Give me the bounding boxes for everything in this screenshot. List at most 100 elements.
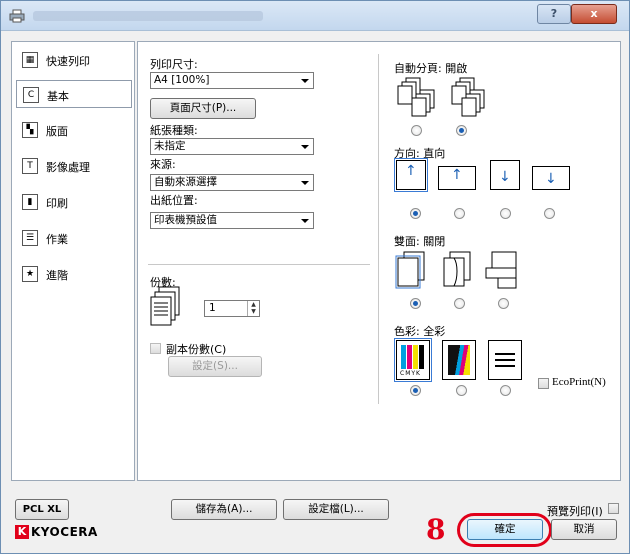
sidebar-item-basic[interactable]: C 基本 (16, 80, 132, 108)
orientation-portrait[interactable]: ↑ (394, 158, 428, 192)
imaging-icon: T (22, 158, 38, 174)
collate-off-icon (397, 77, 435, 117)
orientation-portrait-rotated-radio[interactable] (500, 208, 511, 219)
step-number: 8 (426, 513, 446, 546)
color-auto-radio[interactable] (456, 385, 467, 396)
orientation-portrait-radio[interactable] (410, 208, 421, 219)
page-size-button[interactable]: 頁面尺寸(P)... (150, 98, 256, 119)
media-type-label: 紙張種類: (150, 124, 198, 137)
brand-name: KYOCERA (31, 525, 98, 539)
print-dialog: ? x ▦ 快速列印 C 基本 ▚ 版面 T 影像處理 ▮ 印刷 ☰ 作業 ★ (0, 0, 630, 554)
settings-button[interactable]: 設定(S)... (168, 356, 262, 377)
sidebar-item-publishing[interactable]: ▮ 印刷 (16, 188, 132, 216)
sidebar-item-label: 進階 (46, 269, 68, 282)
print-size-select[interactable]: A4 [100%] (150, 72, 314, 89)
collate-on-radio[interactable] (456, 125, 467, 136)
ok-button[interactable]: 確定 (467, 519, 543, 540)
window-title-obscured (33, 11, 263, 21)
arrow-up-icon: ↑ (405, 163, 417, 179)
sidebar-item-imaging[interactable]: T 影像處理 (16, 152, 132, 180)
bw-line (495, 359, 515, 361)
black-bar (419, 345, 424, 369)
copies-value: 1 (209, 302, 216, 314)
title-bar: ? x (1, 1, 629, 31)
sidebar-item-quick-print[interactable]: ▦ 快速列印 (16, 46, 132, 74)
close-button[interactable]: x (571, 4, 617, 24)
sidebar-item-label: 快速列印 (46, 55, 90, 68)
print-size-label: 列印尺寸: (150, 58, 198, 71)
chevron-down-icon (301, 181, 309, 185)
copies-spinner[interactable]: 1 ▲ ▼ (204, 300, 260, 317)
quick-print-icon: ▦ (22, 52, 38, 68)
orientation-landscape-rotated-radio[interactable] (544, 208, 555, 219)
bw-line (495, 365, 515, 367)
cmyk-text: CMYK (400, 370, 421, 377)
sidebar-item-label: 影像處理 (46, 161, 90, 174)
chevron-down-icon (301, 145, 309, 149)
kyocera-mark-icon: K (15, 525, 29, 539)
color-bw-option[interactable] (488, 340, 522, 380)
chevron-down-icon (301, 79, 309, 83)
job-icon: ☰ (22, 230, 38, 246)
source-label: 來源: (150, 158, 176, 171)
magenta-bar (407, 345, 412, 369)
save-as-button[interactable]: 儲存為(A)... (171, 499, 277, 520)
color-bw-radio[interactable] (500, 385, 511, 396)
orientation-landscape-radio[interactable] (454, 208, 465, 219)
duplex-long-edge-icon (443, 251, 471, 287)
orientation-landscape[interactable]: ↑ (438, 166, 476, 190)
advanced-icon: ★ (22, 266, 38, 282)
print-size-value: A4 [100%] (154, 74, 210, 86)
color-auto-option[interactable] (442, 340, 476, 380)
spinner-arrows-icon[interactable]: ▲ ▼ (247, 301, 259, 316)
duplex-short-edge-icon (485, 251, 517, 289)
sidebar-item-job[interactable]: ☰ 作業 (16, 224, 132, 252)
color-full-radio[interactable] (410, 385, 421, 396)
duplex-label: 雙面: 關閉 (394, 235, 446, 248)
sidebar-item-layout[interactable]: ▚ 版面 (16, 116, 132, 144)
layout-icon: ▚ (22, 122, 38, 138)
duplex-long-edge-radio[interactable] (454, 298, 465, 309)
yellow-bar (413, 345, 418, 369)
orientation-label: 方向: 直向 (394, 147, 446, 160)
arrow-down-icon: ↓ (545, 171, 557, 187)
source-value: 自動來源選擇 (154, 176, 217, 188)
collate-on-icon (451, 77, 485, 117)
destination-label: 出紙位置: (150, 194, 198, 207)
profiles-button[interactable]: 設定檔(L)... (283, 499, 389, 520)
collate-off-radio[interactable] (411, 125, 422, 136)
cancel-button[interactable]: 取消 (551, 519, 617, 540)
orientation-landscape-rotated[interactable]: ↓ (532, 166, 570, 190)
chevron-down-icon (301, 219, 309, 223)
copy-count-checkbox[interactable] (150, 343, 161, 354)
duplex-short-edge-radio[interactable] (498, 298, 509, 309)
media-type-select[interactable]: 未指定 (150, 138, 314, 155)
media-type-value: 未指定 (154, 140, 186, 152)
printer-icon (9, 9, 25, 23)
print-preview-label: 預覽列印(I) (547, 505, 603, 518)
source-select[interactable]: 自動來源選擇 (150, 174, 314, 191)
sidebar-item-label: 基本 (47, 90, 69, 103)
color-label: 色彩: 全彩 (394, 325, 446, 338)
help-button[interactable]: ? (537, 4, 571, 24)
sidebar-item-advanced[interactable]: ★ 進階 (16, 260, 132, 288)
arrow-up-icon: ↑ (451, 167, 463, 183)
bw-line (495, 353, 515, 355)
copies-icon (150, 286, 180, 326)
duplex-off-radio[interactable] (410, 298, 421, 309)
ecoprint-label: EcoPrint(N) (552, 376, 606, 388)
kyocera-logo: K KYOCERA (15, 525, 98, 543)
color-full-option[interactable]: CMYK (394, 338, 432, 382)
ecoprint-checkbox[interactable] (538, 378, 549, 389)
orientation-portrait-rotated[interactable]: ↓ (490, 160, 520, 190)
print-preview-checkbox[interactable] (608, 503, 619, 514)
sidebar-item-label: 版面 (46, 125, 68, 138)
pcl-xl-button[interactable]: PCL XL (15, 499, 69, 520)
destination-select[interactable]: 印表機預設值 (150, 212, 314, 229)
sidebar-item-label: 作業 (46, 233, 68, 246)
arrow-down-icon: ↓ (499, 169, 511, 185)
auto-color-swatch (448, 345, 470, 375)
duplex-off-icon (395, 251, 425, 289)
sidebar-item-label: 印刷 (46, 197, 68, 210)
basic-panel: 列印尺寸: A4 [100%] 頁面尺寸(P)... 紙張種類: 未指定 來源:… (137, 41, 621, 481)
